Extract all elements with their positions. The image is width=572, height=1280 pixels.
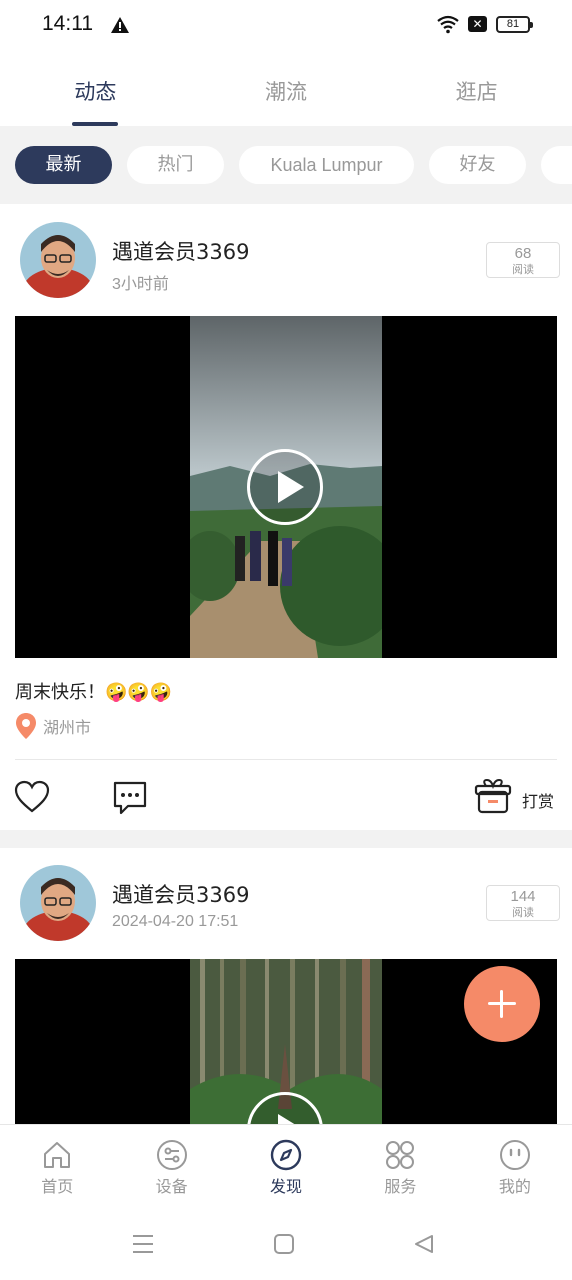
reward-button[interactable] — [474, 778, 512, 820]
notification-x-icon: ✕ — [468, 16, 487, 32]
post-location[interactable]: 湖州市 — [15, 712, 91, 740]
tab-label: 逛店 — [455, 80, 498, 104]
comment-icon[interactable] — [112, 780, 148, 816]
avatar[interactable] — [20, 222, 96, 298]
video-player[interactable] — [15, 316, 557, 658]
location-pin-icon — [16, 713, 36, 739]
post-time: 3小时前 — [112, 276, 169, 293]
filter-latest[interactable]: 最新 — [15, 146, 112, 184]
read-count: 144 — [510, 888, 536, 905]
read-count-badge: 68 阅读 — [486, 242, 560, 278]
tab-trend[interactable]: 潮流 — [191, 52, 382, 126]
nav-label: 发现 — [270, 1177, 303, 1196]
read-count-badge: 144 阅读 — [486, 885, 560, 921]
home-icon — [44, 1142, 71, 1168]
tab-shop[interactable]: 逛店 — [381, 52, 572, 126]
play-icon[interactable] — [247, 449, 323, 525]
post-time: 2024-04-20 17:51 — [112, 913, 239, 930]
section-gap — [0, 830, 572, 848]
tab-dynamics[interactable]: 动态 — [0, 52, 191, 126]
nav-label: 首页 — [41, 1177, 74, 1196]
add-post-button[interactable] — [464, 966, 540, 1042]
status-bar: 14:11 ✕ 81 — [0, 0, 572, 52]
device-icon — [156, 1140, 187, 1170]
read-label: 阅读 — [512, 263, 534, 276]
nav-label: 服务 — [384, 1177, 417, 1196]
service-icon — [386, 1141, 415, 1169]
nav-discover[interactable]: 发现 — [229, 1125, 343, 1200]
nav-service[interactable]: 服务 — [343, 1125, 457, 1200]
filter-bar: 最新 热门 Kuala Lumpur 好友 — [0, 126, 572, 204]
avatar[interactable] — [20, 865, 96, 941]
like-icon[interactable] — [14, 780, 50, 814]
location-text: 湖州市 — [43, 718, 92, 737]
post-card: 遇道会员3369 3小时前 68 阅读 周末快乐！🤪🤪🤪 湖州市 打赏 — [0, 204, 572, 830]
nav-home[interactable]: 首页 — [0, 1125, 114, 1200]
wifi-icon — [437, 15, 459, 34]
nav-label: 我的 — [498, 1177, 531, 1196]
reward-label[interactable]: 打赏 — [522, 788, 554, 812]
post-caption: 周末快乐！🤪🤪🤪 — [15, 682, 173, 703]
read-label: 阅读 — [512, 906, 534, 919]
warning-icon — [111, 17, 129, 33]
compass-icon — [270, 1139, 302, 1171]
filter-friends[interactable]: 好友 — [429, 146, 526, 184]
username[interactable]: 遇道会员3369 — [112, 236, 249, 266]
system-nav-bar — [0, 1200, 572, 1280]
tab-label: 动态 — [74, 80, 117, 104]
filter-more[interactable] — [541, 146, 572, 184]
gift-icon — [474, 778, 512, 814]
battery-icon: 81 — [496, 16, 533, 33]
divider — [15, 759, 557, 760]
nav-label: 设备 — [155, 1177, 188, 1196]
username[interactable]: 遇道会员3369 — [112, 879, 249, 909]
filter-hot[interactable]: 热门 — [127, 146, 224, 184]
nav-mine[interactable]: 我的 — [458, 1125, 572, 1200]
status-time: 14:11 — [42, 12, 93, 35]
back-icon[interactable] — [414, 1234, 434, 1254]
home-system-icon[interactable] — [274, 1234, 294, 1254]
recent-apps-icon[interactable] — [132, 1234, 154, 1254]
bottom-nav: 首页 设备 发现 服务 我的 — [0, 1124, 572, 1200]
tab-label: 潮流 — [265, 80, 307, 104]
nav-device[interactable]: 设备 — [114, 1125, 228, 1200]
smiley-icon — [499, 1140, 530, 1170]
read-count: 68 — [514, 245, 532, 262]
filter-kuala-lumpur[interactable]: Kuala Lumpur — [239, 146, 414, 184]
top-tabs: 动态 潮流 逛店 — [0, 52, 572, 126]
